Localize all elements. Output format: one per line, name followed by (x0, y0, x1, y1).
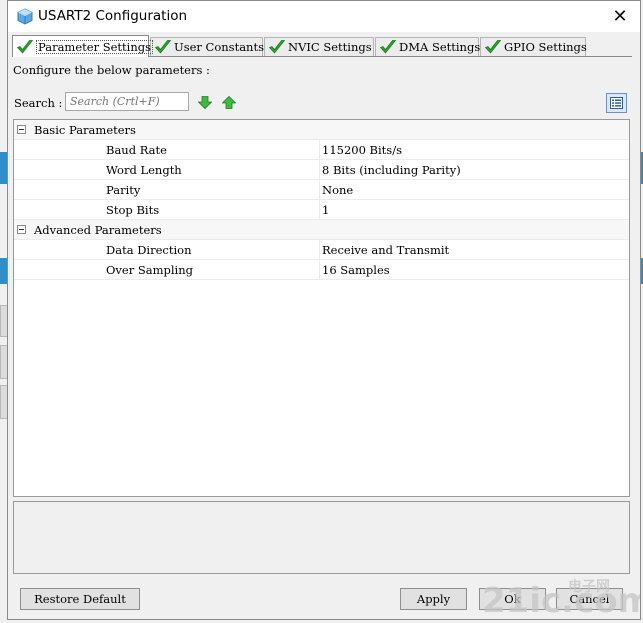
tab-parameter-settings[interactable]: Parameter Settings (12, 35, 153, 57)
apply-button[interactable]: Apply (400, 588, 467, 610)
green-check-icon (379, 40, 397, 54)
parameter-grid: Basic Parameters Baud Rate 115200 Bits/s… (13, 119, 630, 497)
param-name: Stop Bits (106, 203, 160, 217)
close-icon: ✕ (612, 6, 628, 27)
tab-strip: Parameter Settings User Constants NVIC S… (12, 35, 632, 57)
param-value[interactable]: None (322, 183, 353, 197)
group-label: Advanced Parameters (34, 223, 162, 237)
column-divider (319, 260, 320, 279)
group-row-advanced-parameters[interactable]: Advanced Parameters (14, 220, 629, 240)
param-row-data-direction[interactable]: Data Direction Receive and Transmit (14, 240, 629, 260)
search-input[interactable] (65, 92, 189, 111)
tab-label: GPIO Settings (504, 40, 587, 54)
param-name: Parity (106, 183, 141, 197)
green-check-icon (268, 40, 286, 54)
watermark-chinese: 电子网 (568, 578, 610, 595)
panel-description: Configure the below parameters : (13, 63, 210, 77)
green-up-arrow-icon[interactable] (222, 96, 236, 109)
restore-default-button[interactable]: Restore Default (20, 588, 140, 610)
tab-nvic-settings[interactable]: NVIC Settings (264, 37, 374, 56)
group-label: Basic Parameters (34, 123, 136, 137)
green-down-arrow-icon[interactable] (198, 96, 212, 109)
param-name: Over Sampling (106, 263, 194, 277)
watermark-logo: 21ic.com 电子网 (482, 578, 640, 619)
parameter-description-box (13, 501, 630, 574)
tab-dma-settings[interactable]: DMA Settings (375, 37, 480, 56)
param-value[interactable]: 115200 Bits/s (322, 143, 402, 157)
param-row-word-length[interactable]: Word Length 8 Bits (including Parity) (14, 160, 629, 180)
list-view-button[interactable] (606, 93, 627, 113)
group-row-basic-parameters[interactable]: Basic Parameters (14, 120, 629, 140)
watermark-text: 21ic.com (482, 581, 640, 619)
title-bar: USART2 Configuration ✕ (8, 1, 640, 32)
param-name: Word Length (106, 163, 182, 177)
close-button[interactable]: ✕ (600, 1, 640, 32)
column-divider (319, 240, 320, 259)
tab-label: User Constants (174, 40, 264, 54)
dialog-title: USART2 Configuration (38, 8, 188, 24)
search-label: Search : (14, 96, 63, 110)
tab-label: NVIC Settings (288, 40, 372, 54)
tab-label: Parameter Settings (36, 39, 153, 54)
button-label: Apply (416, 592, 451, 606)
green-check-icon (484, 40, 502, 54)
param-name: Data Direction (106, 243, 192, 257)
tab-label: DMA Settings (399, 40, 481, 54)
param-value[interactable]: Receive and Transmit (322, 243, 449, 257)
param-row-stop-bits[interactable]: Stop Bits 1 (14, 200, 629, 220)
cube-icon (17, 8, 33, 25)
parameter-settings-panel: Configure the below parameters : Search … (12, 56, 632, 594)
collapse-toggle-icon[interactable] (17, 225, 26, 234)
param-value[interactable]: 16 Samples (322, 263, 390, 277)
column-divider (319, 140, 320, 159)
param-name: Baud Rate (106, 143, 167, 157)
green-check-icon (16, 39, 34, 54)
param-row-over-sampling[interactable]: Over Sampling 16 Samples (14, 260, 629, 280)
button-label: Restore Default (34, 592, 126, 606)
usart2-configuration-dialog: USART2 Configuration ✕ Parameter Setting… (7, 0, 641, 620)
column-divider (319, 200, 320, 219)
tab-gpio-settings[interactable]: GPIO Settings (480, 37, 587, 56)
green-check-icon (154, 40, 172, 54)
param-value[interactable]: 1 (322, 203, 329, 217)
collapse-toggle-icon[interactable] (17, 125, 26, 134)
param-value[interactable]: 8 Bits (including Parity) (322, 163, 461, 177)
list-view-icon (610, 97, 623, 109)
column-divider (319, 160, 320, 179)
tab-user-constants[interactable]: User Constants (150, 37, 264, 56)
param-row-parity[interactable]: Parity None (14, 180, 629, 200)
column-divider (319, 180, 320, 199)
param-row-baud-rate[interactable]: Baud Rate 115200 Bits/s (14, 140, 629, 160)
